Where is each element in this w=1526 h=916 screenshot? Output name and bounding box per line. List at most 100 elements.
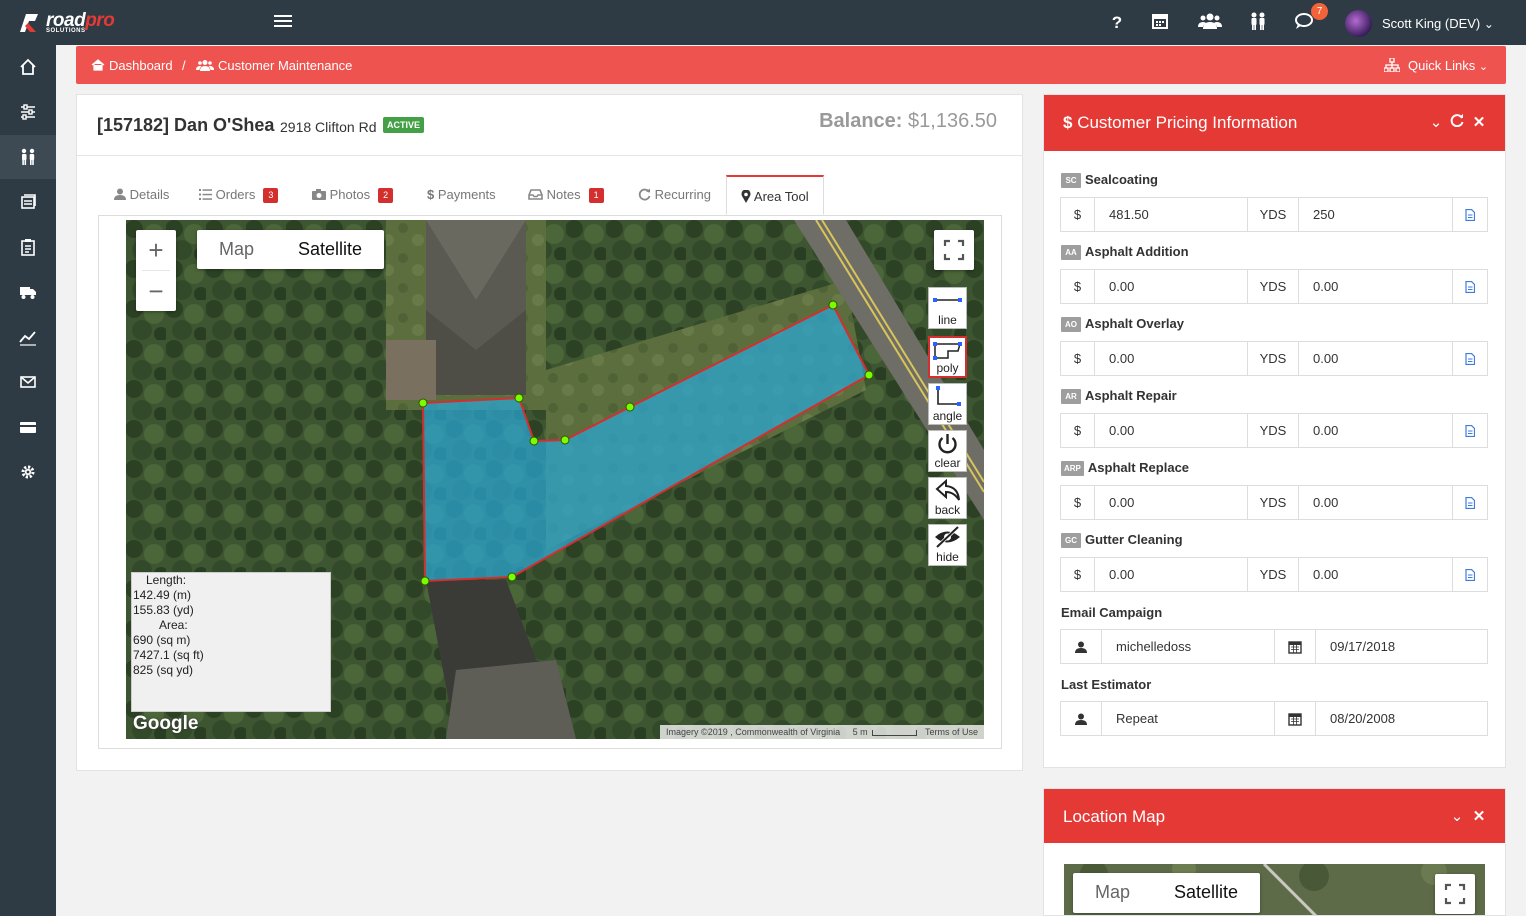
power-icon <box>938 434 957 454</box>
sidebar-item-billing[interactable] <box>0 180 56 224</box>
location-map-type-map-button[interactable]: Map <box>1073 873 1152 913</box>
document-icon[interactable] <box>1453 198 1487 231</box>
map-type-map-button[interactable]: Map <box>197 230 276 269</box>
avatar[interactable] <box>1345 10 1372 37</box>
pricing-panel-header: $ Customer Pricing Information ⌄ ✕ <box>1044 95 1505 151</box>
clear-tool-button[interactable]: clear <box>928 430 967 472</box>
sidebar-item-gear[interactable] <box>0 450 56 494</box>
tab-payments[interactable]: $ Payments <box>423 175 500 215</box>
tab-recurring-label: Recurring <box>654 187 711 202</box>
document-icon[interactable] <box>1453 486 1487 519</box>
sidebar-item-settings-sliders[interactable] <box>0 90 56 134</box>
location-fullscreen-button[interactable] <box>1435 874 1475 914</box>
currency-addon: $ <box>1061 270 1095 303</box>
user-menu[interactable]: Scott King (DEV) ⌄ <box>1382 16 1494 31</box>
terms-of-use-link[interactable]: Terms of Use <box>925 727 978 737</box>
location-map[interactable]: Map Satellite <box>1064 864 1485 915</box>
fullscreen-button[interactable] <box>934 230 974 270</box>
area-tool-map[interactable]: + − Map Satellite line poly angle clear <box>126 220 984 739</box>
service-code: AR <box>1061 389 1081 405</box>
document-icon[interactable] <box>1453 270 1487 303</box>
service-price-field[interactable] <box>1095 558 1247 591</box>
tab-notes-label: Notes <box>546 187 581 202</box>
calendar-icon[interactable] <box>1149 12 1171 34</box>
angle-tool-icon <box>936 386 961 406</box>
menu-toggle-icon[interactable] <box>274 15 292 29</box>
tab-area-tool[interactable]: Area Tool <box>726 175 824 215</box>
service-quantity-field[interactable] <box>1299 270 1452 303</box>
service-quantity-field[interactable] <box>1299 342 1452 375</box>
zoom-out-button[interactable]: − <box>136 271 176 311</box>
tab-notes[interactable]: Notes 1 <box>524 175 608 215</box>
customers-icon[interactable] <box>1247 12 1269 34</box>
breadcrumb-dashboard-label: Dashboard <box>109 58 173 73</box>
service-price-field[interactable] <box>1095 198 1247 231</box>
poly-tool-button[interactable]: poly <box>928 336 967 378</box>
last-estimator-date-field[interactable] <box>1316 702 1487 735</box>
sidebar-item-clipboard[interactable] <box>0 225 56 269</box>
email-campaign-label: Email Campaign <box>1061 605 1163 620</box>
service-quantity-field[interactable] <box>1299 198 1452 231</box>
balance-value: $1,136.50 <box>908 110 997 132</box>
close-icon[interactable]: ✕ <box>1471 807 1487 825</box>
email-campaign-user-field[interactable] <box>1102 630 1274 663</box>
tab-details[interactable]: Details <box>110 175 173 215</box>
document-icon[interactable] <box>1453 558 1487 591</box>
service-code: ARP <box>1061 461 1084 477</box>
back-tool-button[interactable]: back <box>928 477 967 519</box>
service-price-field[interactable] <box>1095 486 1247 519</box>
email-campaign-row <box>1060 629 1488 664</box>
user-name: Scott King (DEV) <box>1382 16 1481 31</box>
status-badge: ACTIVE <box>383 117 425 133</box>
currency-addon: $ <box>1061 486 1095 519</box>
tab-payments-label: Payments <box>437 187 496 202</box>
service-price-field[interactable] <box>1095 414 1247 447</box>
calendar-icon[interactable] <box>1275 630 1316 663</box>
sidebar-item-payment-card[interactable] <box>0 405 56 449</box>
angle-tool-button[interactable]: angle <box>928 383 967 425</box>
customer-address: 2918 Clifton Rd <box>280 119 377 135</box>
service-price-field[interactable] <box>1095 342 1247 375</box>
service-name: Asphalt Repair <box>1085 388 1177 403</box>
sidebar-item-customers[interactable] <box>0 135 56 179</box>
hide-tool-button[interactable]: hide <box>928 524 967 566</box>
service-quantity-field[interactable] <box>1299 414 1452 447</box>
unit-addon: YDS <box>1248 414 1299 447</box>
service-price-field[interactable] <box>1095 270 1247 303</box>
area-square-feet: 7427.1 (sq ft) <box>133 648 204 662</box>
location-map-type-satellite-button[interactable]: Satellite <box>1152 873 1260 913</box>
collapse-chevron-icon[interactable]: ⌄ <box>1449 807 1465 825</box>
quick-links-menu[interactable]: Quick Links ⌄ <box>1383 57 1488 73</box>
last-estimator-user-field[interactable] <box>1102 702 1274 735</box>
tab-orders[interactable]: Orders 3 <box>195 175 282 215</box>
line-tool-button[interactable]: line <box>928 287 967 329</box>
service-quantity-field[interactable] <box>1299 486 1452 519</box>
close-icon[interactable]: ✕ <box>1471 113 1487 131</box>
zoom-in-button[interactable]: + <box>136 230 176 270</box>
angle-tool-label: angle <box>932 409 963 423</box>
document-icon[interactable] <box>1453 342 1487 375</box>
tab-area-tool-label: Area Tool <box>753 189 809 204</box>
sidebar-item-analytics[interactable] <box>0 315 56 359</box>
refresh-icon[interactable] <box>1449 113 1465 131</box>
help-icon[interactable]: ? <box>1106 12 1128 34</box>
sidebar-item-mail[interactable] <box>0 360 56 404</box>
service-quantity-field[interactable] <box>1299 558 1452 591</box>
sidebar-item-home[interactable] <box>0 45 56 89</box>
user-icon <box>114 188 126 200</box>
users-icon[interactable] <box>1197 12 1223 34</box>
sidebar-item-truck[interactable] <box>0 270 56 314</box>
brand-logo[interactable]: roadpro SOLUTIONS <box>18 10 128 36</box>
breadcrumb-customer-maintenance[interactable]: Customer Maintenance <box>196 58 352 73</box>
tab-orders-label: Orders <box>215 187 256 202</box>
collapse-chevron-icon[interactable]: ⌄ <box>1428 113 1444 131</box>
tab-photos[interactable]: Photos 2 <box>308 175 397 215</box>
map-type-satellite-button[interactable]: Satellite <box>276 230 384 269</box>
tab-recurring[interactable]: Recurring <box>634 175 715 215</box>
breadcrumb-dashboard[interactable]: Dashboard <box>91 58 173 73</box>
email-campaign-date-field[interactable] <box>1316 630 1487 663</box>
service-name: Asphalt Overlay <box>1085 316 1184 331</box>
document-icon[interactable] <box>1453 414 1487 447</box>
area-square-meters: 690 (sq m) <box>133 633 191 647</box>
calendar-icon[interactable] <box>1275 702 1316 735</box>
